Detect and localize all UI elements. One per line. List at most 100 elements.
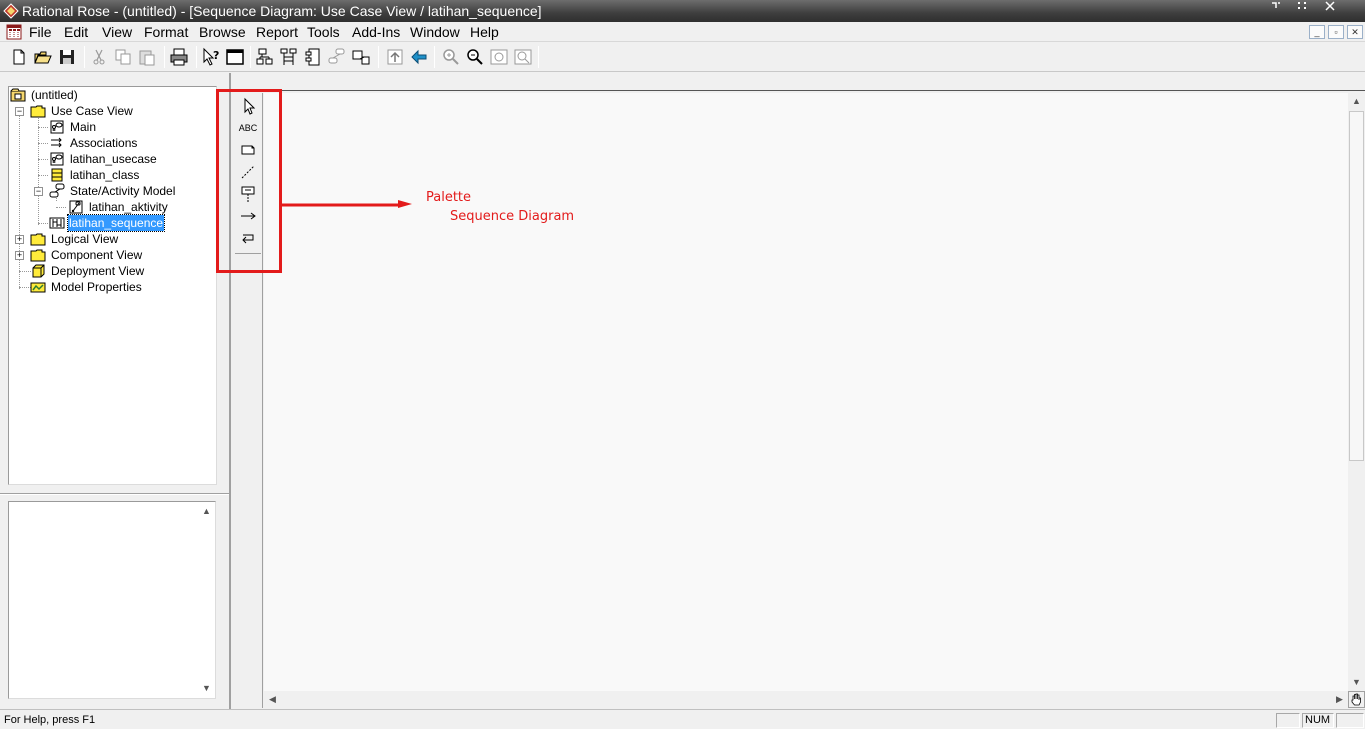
use-case-diagram-icon (50, 152, 64, 166)
diagram-vertical-scrollbar[interactable]: ▲ ▼ (1348, 93, 1365, 691)
diagram-window-icon[interactable] (6, 24, 22, 40)
undo-fit-in-window-icon[interactable] (512, 46, 534, 68)
tree-node-deployment-view[interactable]: Deployment View (9, 263, 209, 279)
menu-bar: File Edit View Format Browse Report Tool… (0, 22, 1365, 42)
menu-help[interactable]: Help (470, 24, 499, 40)
open-icon[interactable] (32, 46, 54, 68)
browser-panel: (untitled) − Use Case View Main Associat… (0, 73, 229, 709)
mdi-close-button[interactable]: ✕ (1347, 25, 1363, 39)
print-icon[interactable] (168, 46, 190, 68)
cut-icon[interactable] (88, 46, 110, 68)
zoom-in-icon[interactable] (440, 46, 462, 68)
diagram-canvas[interactable] (264, 93, 1348, 691)
restore-icon[interactable] (1290, 0, 1314, 14)
collapse-icon[interactable]: − (34, 187, 43, 196)
tree-node-state-activity-model[interactable]: − State/Activity Model (9, 183, 209, 199)
menu-add-ins[interactable]: Add-Ins (352, 24, 400, 40)
zoom-out-icon[interactable] (464, 46, 486, 68)
tree-node-latihan-class[interactable]: latihan_class (9, 167, 209, 183)
use-case-diagram-icon (50, 120, 64, 134)
status-pane-blank (1336, 713, 1364, 728)
toolbar-separator (250, 46, 251, 68)
scroll-down-icon[interactable]: ▼ (199, 681, 214, 696)
fit-in-window-icon[interactable] (488, 46, 510, 68)
annotation-sequence-diagram-label: Sequence Diagram (450, 209, 575, 224)
tree-node-use-case-view[interactable]: − Use Case View (9, 103, 209, 119)
tree-node-component-view[interactable]: + Component View (9, 247, 209, 263)
mdi-minimize-button[interactable]: _ (1309, 25, 1325, 39)
scroll-up-icon[interactable]: ▲ (1349, 94, 1364, 109)
tree-label-logical-view: Logical View (51, 232, 119, 246)
activity-diagram-icon (69, 200, 83, 214)
tree-node-main[interactable]: Main (9, 119, 209, 135)
browse-previous-diagram-icon[interactable] (408, 46, 430, 68)
documentation-window[interactable]: ▲ ▼ (8, 501, 216, 699)
menu-edit[interactable]: Edit (64, 24, 88, 40)
close-icon[interactable] (1318, 0, 1342, 14)
associations-icon (51, 137, 62, 148)
tree-node-model-properties[interactable]: Model Properties (9, 279, 209, 295)
mdi-restore-button[interactable]: ▫ (1328, 25, 1344, 39)
menu-browse[interactable]: Browse (199, 24, 246, 40)
browse-state-diagram-icon[interactable] (326, 46, 348, 68)
expand-icon[interactable]: + (15, 235, 24, 244)
model-properties-icon (30, 282, 46, 293)
menu-format[interactable]: Format (144, 24, 188, 40)
status-help-text: For Help, press F1 (4, 714, 96, 726)
tree-node-logical-view[interactable]: + Logical View (9, 231, 209, 247)
rational-rose-app-icon[interactable] (3, 3, 19, 19)
model-icon (10, 88, 26, 102)
tree-node-root[interactable]: (untitled) (9, 87, 209, 103)
menu-tools[interactable]: Tools (307, 24, 340, 40)
tree-label-state-activity-model: State/Activity Model (70, 184, 176, 198)
pan-hand-icon[interactable] (1348, 691, 1365, 708)
menu-report[interactable]: Report (256, 24, 298, 40)
scroll-left-icon[interactable]: ◀ (265, 692, 280, 707)
paste-icon[interactable] (136, 46, 158, 68)
toolbar-separator (164, 46, 165, 68)
toolbar-separator (378, 46, 379, 68)
browse-component-diagram-icon[interactable] (302, 46, 324, 68)
vertical-scroll-thumb[interactable] (1349, 111, 1364, 461)
tree-label-latihan-class: latihan_class (70, 168, 140, 182)
context-help-icon[interactable]: ? (200, 46, 222, 68)
copy-icon[interactable] (112, 46, 134, 68)
view-documentation-icon[interactable] (224, 46, 246, 68)
scroll-up-icon[interactable]: ▲ (199, 504, 214, 519)
tree-node-latihan-sequence[interactable]: latihan_sequence (9, 214, 209, 232)
scroll-down-icon[interactable]: ▼ (1349, 675, 1364, 690)
tree-node-associations[interactable]: Associations (9, 135, 209, 151)
svg-text:?: ? (213, 49, 219, 62)
tree-node-latihan-aktivity[interactable]: latihan_aktivity (9, 199, 209, 215)
standard-toolbar: ? (0, 42, 1365, 72)
collapse-icon[interactable]: − (15, 107, 24, 116)
save-icon[interactable] (56, 46, 78, 68)
menu-file[interactable]: File (29, 24, 52, 40)
menu-view[interactable]: View (102, 24, 132, 40)
palette-highlight-box (216, 89, 282, 273)
sequence-diagram-icon (49, 217, 65, 229)
new-icon[interactable] (8, 46, 30, 68)
deployment-view-icon (32, 264, 45, 278)
diagram-horizontal-scrollbar[interactable]: ◀ ▶ (264, 691, 1348, 708)
panel-splitter[interactable] (0, 493, 229, 495)
scroll-right-icon[interactable]: ▶ (1332, 692, 1347, 707)
tree-label-associations: Associations (70, 136, 138, 150)
folder-icon (30, 249, 46, 262)
class-diagram-icon (51, 168, 63, 182)
toolbar-separator (84, 46, 85, 68)
documentation-scrollbar[interactable]: ▲ ▼ (200, 504, 213, 696)
browse-parent-icon[interactable] (384, 46, 406, 68)
folder-icon (30, 105, 46, 118)
menu-window[interactable]: Window (410, 24, 460, 40)
tree-node-latihan-usecase[interactable]: latihan_usecase (9, 151, 209, 167)
toolbar-separator (538, 46, 539, 68)
tree-label-latihan-sequence: latihan_sequence (66, 214, 166, 232)
browse-class-diagram-icon[interactable] (254, 46, 276, 68)
model-tree[interactable]: (untitled) − Use Case View Main Associat… (8, 86, 217, 485)
title-bar: Rational Rose - (untitled) - [Sequence D… (0, 0, 1365, 22)
browse-deployment-diagram-icon[interactable] (350, 46, 372, 68)
expand-icon[interactable]: + (15, 251, 24, 260)
minimize-icon[interactable] (1264, 0, 1288, 14)
browse-interaction-diagram-icon[interactable] (278, 46, 300, 68)
